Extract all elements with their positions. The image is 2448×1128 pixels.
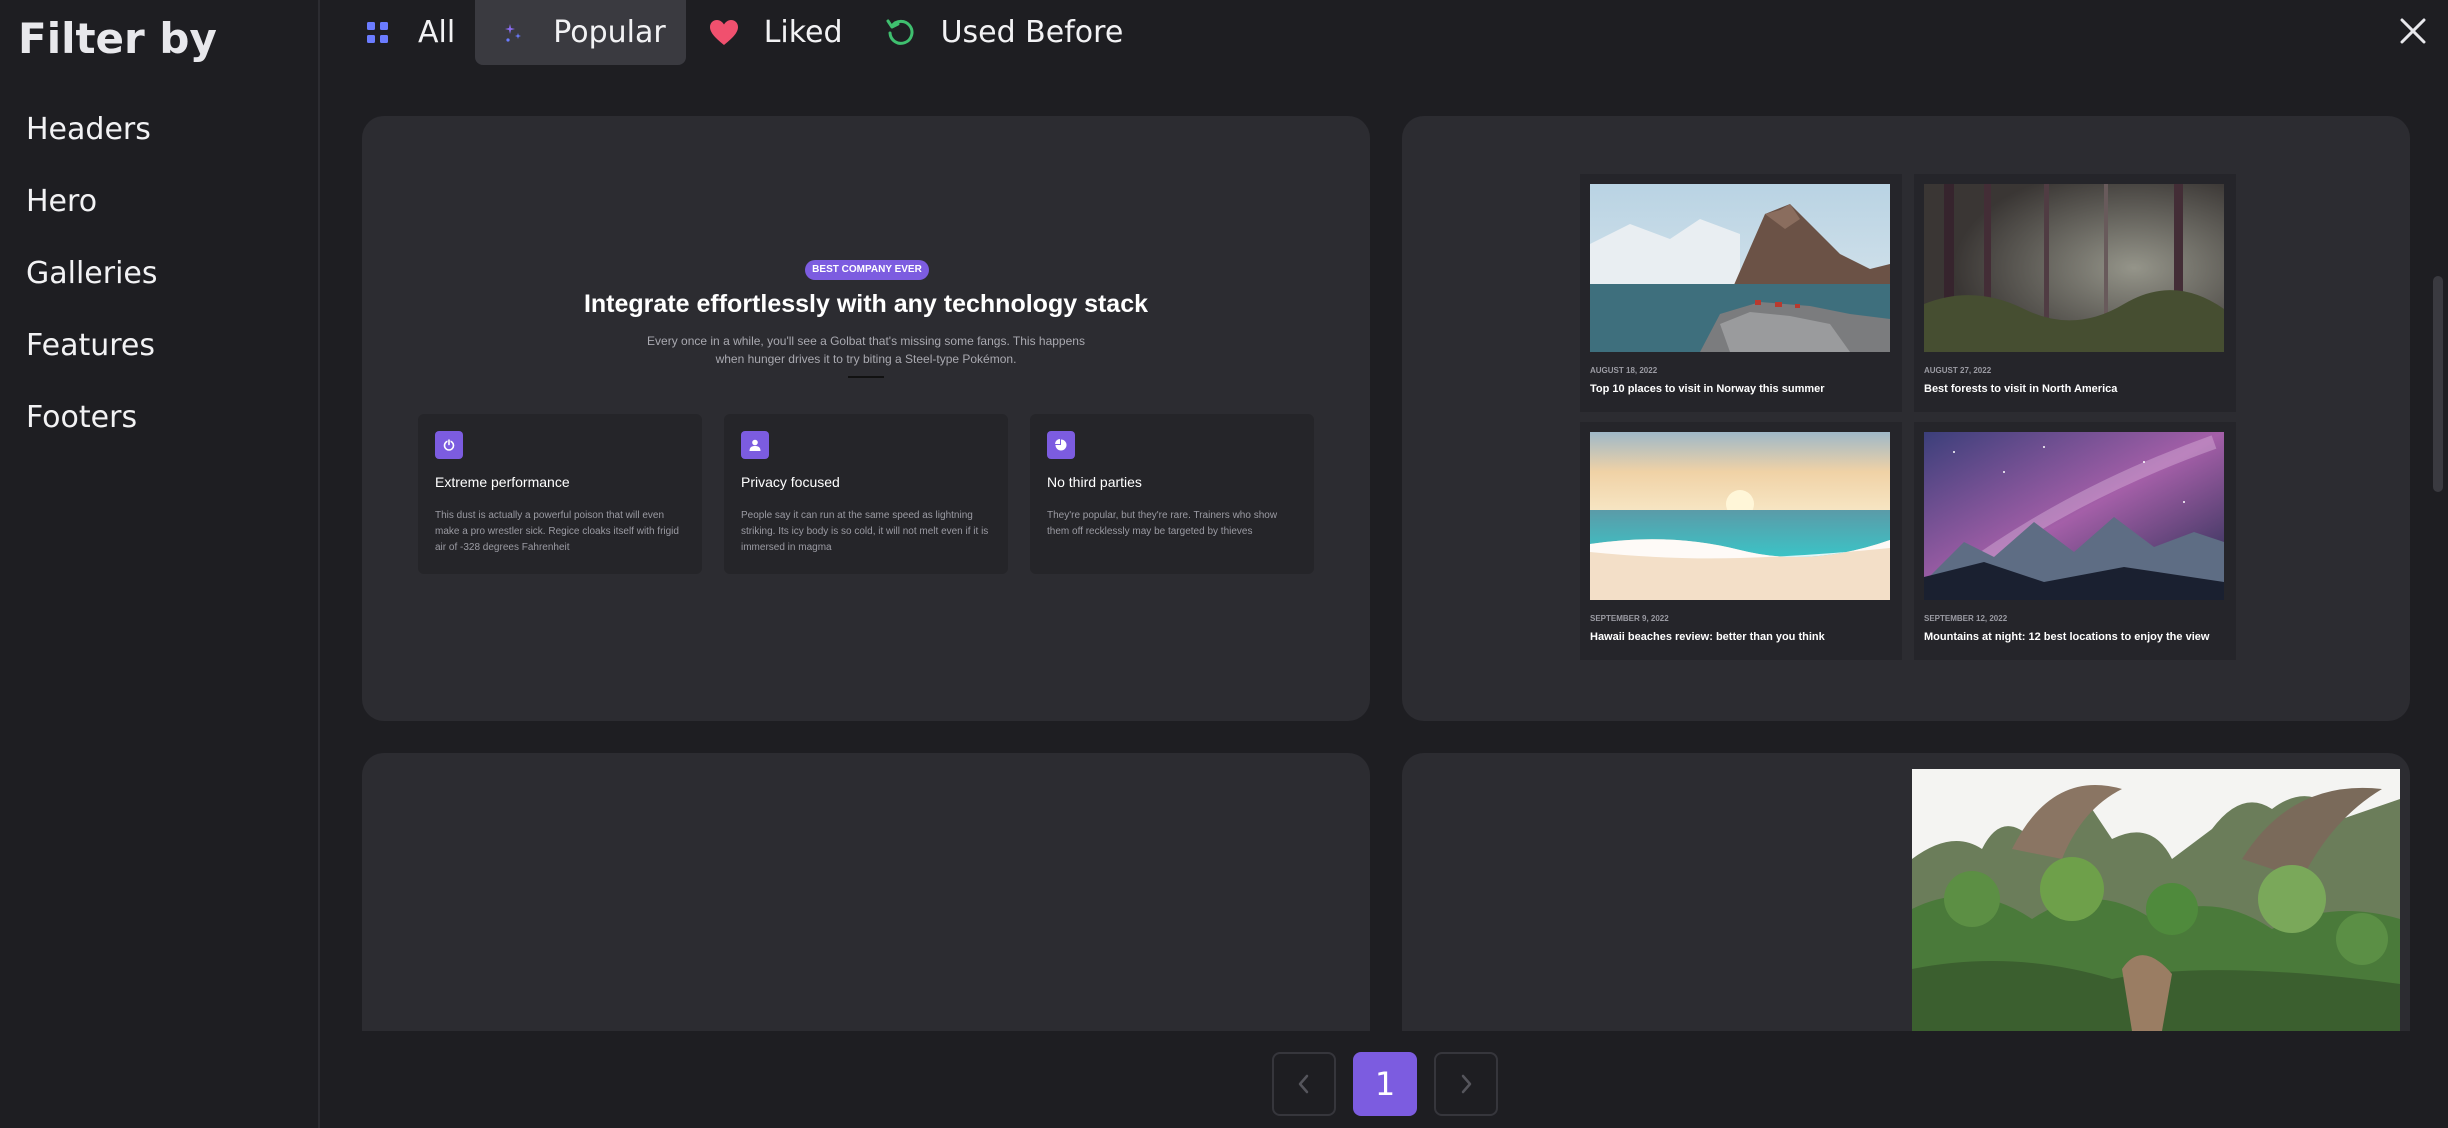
template-card-features[interactable]: BEST COMPANY EVER Integrate effortlessly… [362,116,1370,721]
sidebar-item-headers[interactable]: Headers [26,112,151,147]
gallery-title: Best forests to visit in North America [1924,383,2118,395]
filter-sidebar: Filter by Headers Hero Galleries Feature… [0,0,320,1128]
page-number-button[interactable]: 1 [1353,1052,1417,1116]
forest-image [1924,184,2224,352]
refresh-icon [883,15,919,51]
sparkle-icon [495,15,531,51]
grid-icon [360,15,396,51]
norway-image [1590,184,1890,352]
feature-card: No third parties They're popular, but th… [1030,414,1314,574]
jungle-image [1912,769,2400,1031]
beach-image [1590,432,1890,600]
tab-used-before-label: Used Before [940,15,1124,50]
preview-badge: BEST COMPANY EVER [805,260,929,280]
filter-tabs: All Popular Liked Used Before [340,0,1143,65]
scrollbar-thumb[interactable] [2433,276,2443,492]
tab-liked[interactable]: Liked [686,0,863,65]
feature-description: People say it can run at the same speed … [741,510,989,553]
heart-icon [706,15,742,51]
feature-title: No third parties [1047,474,1142,490]
prev-page-button[interactable] [1272,1052,1336,1116]
night-mountains-image [1924,432,2224,600]
preview-title: Integrate effortlessly with any technolo… [583,290,1149,318]
gallery-item: SEPTEMBER 9, 2022 Hawaii beaches review:… [1580,422,1902,660]
gallery-title: Top 10 places to visit in Norway this su… [1590,383,1825,395]
pie-chart-icon [1047,431,1075,459]
gallery-item: AUGUST 18, 2022 Top 10 places to visit i… [1580,174,1902,412]
gallery-title: Mountains at night: 12 best locations to… [1924,631,2210,643]
feature-card: Extreme performance This dust is actuall… [418,414,702,574]
gallery-title: Hawaii beaches review: better than you t… [1590,631,1825,643]
tab-used-before[interactable]: Used Before [863,0,1144,65]
close-icon [2400,18,2426,44]
gallery-date: AUGUST 27, 2022 [1924,366,1992,375]
sidebar-item-galleries[interactable]: Galleries [26,256,158,291]
template-card-gallery[interactable]: AUGUST 18, 2022 Top 10 places to visit i… [1402,116,2410,721]
close-button[interactable] [2394,12,2432,50]
chevron-right-icon [1461,1074,1472,1094]
power-icon [435,431,463,459]
preview-subtitle: Every once in a while, you'll see a Golb… [647,334,1085,366]
gallery-item: SEPTEMBER 12, 2022 Mountains at night: 1… [1914,422,2236,660]
gallery-date: SEPTEMBER 12, 2022 [1924,614,2008,623]
gallery-item: AUGUST 27, 2022 Best forests to visit in… [1914,174,2236,412]
user-icon [741,431,769,459]
feature-title: Extreme performance [435,474,570,490]
tab-popular-label: Popular [553,15,666,50]
gallery-date: AUGUST 18, 2022 [1590,366,1658,375]
gallery-date: SEPTEMBER 9, 2022 [1590,614,1669,623]
sidebar-item-hero[interactable]: Hero [26,184,97,219]
feature-description: This dust is actually a powerful poison … [435,510,679,553]
sidebar-item-footers[interactable]: Footers [26,400,137,435]
next-page-button[interactable] [1434,1052,1498,1116]
tab-all[interactable]: All [340,0,475,65]
tab-popular[interactable]: Popular [475,0,686,65]
sidebar-item-features[interactable]: Features [26,328,155,363]
divider [848,376,884,378]
tab-liked-label: Liked [763,15,843,50]
sidebar-title: Filter by [18,14,217,63]
feature-title: Privacy focused [741,474,840,490]
template-card-blank[interactable] [362,753,1370,1031]
chevron-left-icon [1298,1074,1309,1094]
tab-all-label: All [418,15,456,50]
template-card-hero[interactable] [1402,753,2410,1031]
feature-description: They're popular, but they're rare. Train… [1047,510,1278,537]
feature-card: Privacy focused People say it can run at… [724,414,1008,574]
